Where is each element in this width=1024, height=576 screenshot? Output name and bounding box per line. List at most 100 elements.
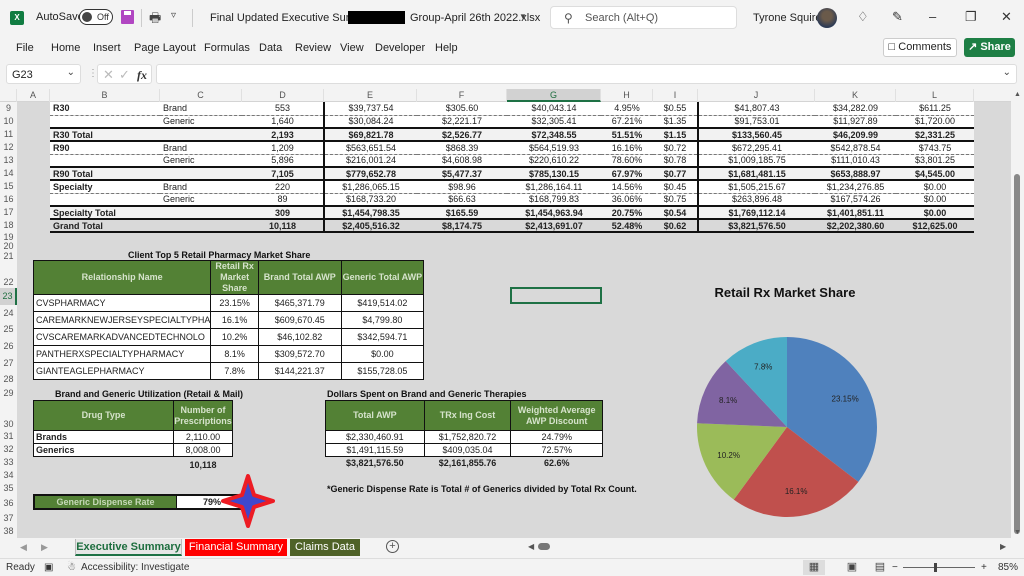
market-share[interactable]: 23.15% [210,294,259,312]
cell-d[interactable]: 5,896 [242,154,324,168]
customize-qat-icon[interactable]: ▿ [171,10,176,21]
row-header[interactable]: 9 [0,102,17,115]
cell-b[interactable]: R90 [50,141,160,155]
cell-h[interactable]: 20.75% [601,205,653,220]
cell-e[interactable]: $39,737.54 [323,102,417,116]
diamond-icon[interactable]: ♢ [857,9,869,25]
pharmacy-name[interactable]: CVSCAREMARKADVANCEDTECHNOLO [32,328,212,346]
row-header[interactable]: 30 [0,400,17,430]
cell-f[interactable]: $165.59 [417,205,507,220]
tab-insert[interactable]: Insert [93,42,121,54]
cell-i[interactable]: $1.15 [653,127,698,142]
cell-j[interactable]: $41,807.43 [697,102,815,116]
cell-h[interactable]: 52.48% [601,219,653,233]
vertical-scrollbar[interactable]: ▲ ▼ [1011,89,1024,538]
close-icon[interactable]: ✕ [1001,9,1012,25]
formula-input[interactable]: ⌄ [156,64,1017,84]
cell-k[interactable]: $167,574.26 [815,193,896,207]
column-header[interactable]: B [50,89,160,102]
row-header-selected[interactable]: 23 [0,288,17,305]
market-share[interactable]: 16.1% [210,311,259,329]
cell-k[interactable]: $2,202,380.60 [815,219,896,233]
cell-b[interactable]: R30 [50,102,160,116]
autosave-toggle[interactable]: Off [79,9,113,25]
cell-k[interactable]: $653,888.97 [815,166,896,181]
cell-d[interactable]: 7,105 [242,166,324,181]
scroll-down-icon[interactable]: ▼ [1014,529,1021,536]
cell-b[interactable]: Specialty [50,180,160,194]
cell-e[interactable]: $563,651.54 [323,141,417,155]
cell-j[interactable]: $3,821,576.50 [697,219,815,233]
scroll-thumb[interactable] [1014,174,1020,534]
cell-i[interactable]: $0.77 [653,166,698,181]
cell-j[interactable]: $1,505,215.67 [697,180,815,194]
cell-i[interactable]: $0.75 [653,193,698,207]
cell-l[interactable]: $12,625.00 [896,219,974,233]
brand-awp[interactable]: $46,102.82 [257,328,342,346]
column-header[interactable]: K [815,89,896,102]
cell-g[interactable]: $168,799.83 [507,193,601,207]
row-header[interactable]: 10 [0,115,17,128]
share-button[interactable]: ↗ Share [964,38,1015,57]
row-header[interactable]: 33 [0,456,17,469]
cell-e[interactable]: $779,652.78 [323,166,417,181]
cell-e[interactable]: $69,821.78 [323,127,417,142]
scroll-left-icon[interactable]: ◀ [528,542,534,551]
column-header[interactable]: A [17,89,50,102]
next-sheet-icon[interactable]: ▶ [41,542,48,553]
cell-e[interactable]: $1,454,798.35 [323,205,417,220]
tab-formulas[interactable]: Formulas [204,42,250,54]
cell-j[interactable]: $1,009,185.75 [697,154,815,168]
zoom-slider-thumb[interactable] [934,563,937,572]
row-header[interactable]: 11 [0,128,17,141]
selected-cell-g23[interactable] [510,287,602,304]
cell-d[interactable]: 309 [242,205,324,220]
row-header[interactable]: 35 [0,482,17,495]
zoom-out-icon[interactable]: − [892,562,898,573]
pie-chart[interactable]: 23.15% 16.1% 10.2% 8.1% 7.8% [677,317,897,537]
chevron-down-icon[interactable]: ▼ [519,12,527,21]
cell-e[interactable]: $30,084.24 [323,115,417,129]
star-shape[interactable] [221,474,275,528]
tab-review[interactable]: Review [295,42,331,54]
cell-i[interactable]: $1.35 [653,115,698,129]
cell-g[interactable]: $564,519.93 [507,141,601,155]
cell-d[interactable]: 220 [242,180,324,194]
select-all[interactable] [0,89,17,102]
save-icon[interactable] [121,10,134,24]
cell-c[interactable]: Brand [160,141,242,155]
cell-g[interactable]: $1,286,164.11 [507,180,601,194]
cell-e[interactable]: $1,286,065.15 [323,180,417,194]
enter-icon[interactable]: ✓ [119,67,130,83]
zoom-slider[interactable] [903,567,975,568]
row-header[interactable]: 38 [0,525,17,538]
cell-f[interactable]: $4,608.98 [417,154,507,168]
comments-button[interactable]: □ Comments [883,38,957,57]
cell-j[interactable]: $1,681,481.15 [697,166,815,181]
cell-c[interactable]: Generic [160,154,242,168]
cell-l[interactable]: $743.75 [896,141,974,155]
cell-g[interactable]: $2,413,691.07 [507,219,601,233]
cell-l[interactable]: $0.00 [896,193,974,207]
cell-g[interactable]: $72,348.55 [507,127,601,142]
cell-h[interactable]: 51.51% [601,127,653,142]
row-header[interactable]: 34 [0,469,17,482]
row-header[interactable]: 25 [0,321,17,338]
minimize-icon[interactable]: – [929,9,936,24]
tab-help[interactable]: Help [435,42,458,54]
cell-h[interactable]: 4.95% [601,102,653,116]
column-header[interactable]: I [653,89,698,102]
cell-h[interactable]: 67.21% [601,115,653,129]
tab-file[interactable]: File [16,42,34,54]
row-header[interactable]: 29 [0,387,17,400]
cell-k[interactable]: $542,878.54 [815,141,896,155]
row-header[interactable]: 18 [0,219,17,232]
accessibility-status[interactable]: Accessibility: Investigate [81,562,189,573]
tab-view[interactable]: View [340,42,364,54]
restore-icon[interactable]: ❐ [965,9,977,25]
cell-l[interactable]: $0.00 [896,205,974,220]
expand-formula-icon[interactable]: ⌄ [1003,67,1011,78]
cell-f[interactable]: $2,221.17 [417,115,507,129]
cell-l[interactable]: $611.25 [896,102,974,116]
pharmacy-name[interactable]: CAREMARKNEWJERSEYSPECIALTYPHA [32,311,212,329]
